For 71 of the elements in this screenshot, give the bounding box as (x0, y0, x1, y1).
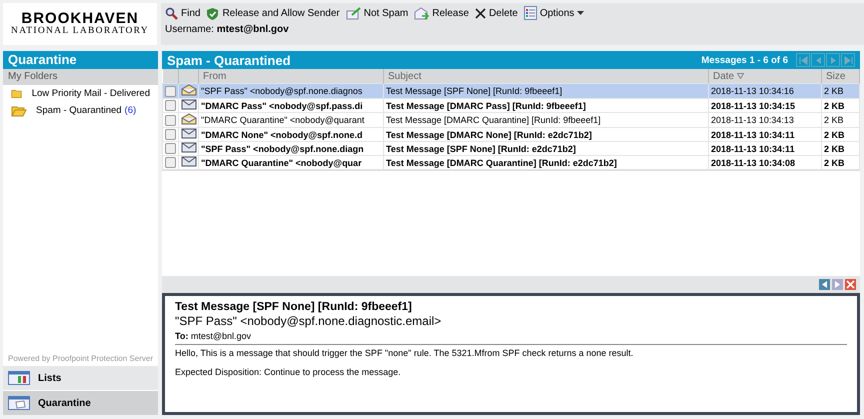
caret-icon (577, 11, 584, 15)
close-button[interactable] (845, 279, 856, 290)
table-cell: 2 KB (822, 84, 860, 98)
table-cell: "DMARC Pass" <nobody@spf.pass.di (198, 98, 384, 112)
section-header: My Folders (3, 69, 158, 85)
close-icon (474, 8, 486, 18)
nav-button[interactable]: Quarantine (3, 391, 158, 415)
panel-title: Quarantine (3, 51, 158, 69)
options-button[interactable]: Options (524, 5, 584, 21)
table-cell: "SPF Pass" <nobody@spf.none.diagn (198, 142, 384, 156)
table-cell: Test Message [SPF None] [RunId: 9fbeeef1] (384, 84, 708, 98)
previous-page-button[interactable] (811, 53, 825, 67)
first-page-button[interactable] (796, 53, 810, 67)
message-sender: "SPF Pass" <nobody@spf.none.diagnostic.email> (175, 314, 442, 328)
table-cell: 2018-11-13 10:34:11 (708, 128, 822, 142)
table-cell: "DMARC Quarantine" <nobody@quarant (198, 112, 384, 128)
sort-icon (736, 72, 744, 78)
search-icon (165, 6, 178, 20)
message-subject: Test Message [SPF None] [RunId: 9fbeeef1] (175, 301, 413, 313)
row-checkbox[interactable] (165, 143, 176, 154)
message-count: Messages 1 - 6 of 6 (701, 54, 788, 66)
list-icon (524, 6, 537, 20)
list-title: Spam - Quarantined (167, 52, 292, 68)
footer-text: Powered by Proofpoint Protection Server (7, 353, 154, 365)
table-cell: Test Message [SPF None] [RunId: e2dc71b2] (384, 142, 708, 156)
table-cell: "DMARC None" <nobody@spf.none.d (198, 128, 384, 142)
next-page-button[interactable] (826, 53, 840, 67)
folder-item[interactable]: Spam - Quarantined (6) (3, 102, 158, 119)
shield-icon (206, 6, 220, 20)
table-cell: "SPF Pass" <nobody@spf.none.diagnos (198, 84, 384, 98)
table-cell: Test Message [DMARC None] [RunId: e2dc71b2] (384, 128, 708, 142)
envelope-pencil-icon (346, 6, 361, 20)
next-icon (828, 56, 838, 64)
logo-subtitle: NATIONAL LABORATORY (11, 26, 149, 37)
envelope-icon (8, 396, 30, 410)
nav-button[interactable]: Lists (3, 366, 158, 390)
table-cell: 2018-11-13 10:34:15 (708, 98, 822, 112)
table-cell: 2 KB (822, 128, 860, 142)
column-header[interactable]: Size (822, 69, 860, 84)
next-message-button[interactable] (832, 279, 843, 290)
list-icon (8, 371, 30, 385)
row-checkbox[interactable] (165, 100, 176, 111)
toolbar-button[interactable]: Release and Allow Sender (206, 5, 340, 21)
find-button[interactable]: Find (165, 5, 200, 21)
last-page-button[interactable] (841, 53, 855, 67)
message-recipient: To: mtest@bnl.gov (175, 331, 847, 345)
row-checkbox[interactable] (165, 157, 176, 168)
table-cell: Test Message [DMARC Pass] [RunId: 9fbeeef1] (384, 98, 708, 112)
toolbar-button[interactable]: Release (414, 5, 469, 21)
toolbar-button[interactable]: Not Spam (346, 5, 408, 21)
delete-button[interactable]: Delete (474, 5, 518, 21)
message-text: Hello, This is a message that should trigger the SPF "none" rule. The 5321.Mfrom SPF check returns a none result. (175, 348, 634, 358)
table-cell: 2018-11-13 10:34:11 (708, 142, 822, 156)
folder-item[interactable]: Low Priority Mail - Delivered (3, 85, 158, 102)
row-checkbox[interactable] (165, 129, 176, 140)
table-cell: 2 KB (822, 142, 860, 156)
table-cell: 2 KB (822, 98, 860, 112)
table-cell: 2018-11-13 10:34:16 (708, 84, 822, 98)
previous-message-button[interactable] (819, 279, 830, 290)
row-checkbox[interactable] (165, 114, 176, 126)
table-cell: Test Message [DMARC Quarantine] [RunId: 9fbeeef1] (384, 112, 708, 128)
logo-title: BROOKHAVEN (21, 11, 139, 26)
column-header[interactable]: Subject (384, 69, 708, 84)
previous-icon (814, 56, 822, 64)
row-checkbox[interactable] (165, 86, 176, 96)
column-header[interactable]: From (198, 69, 384, 84)
table-cell: 2 KB (822, 112, 860, 128)
table-cell: 2018-11-13 10:34:13 (708, 112, 822, 128)
column-header[interactable]: Date (708, 69, 822, 84)
message-text: Expected Disposition: Continue to process the message. (175, 367, 402, 377)
username-label: Username: mtest@bnl.gov (165, 24, 290, 35)
